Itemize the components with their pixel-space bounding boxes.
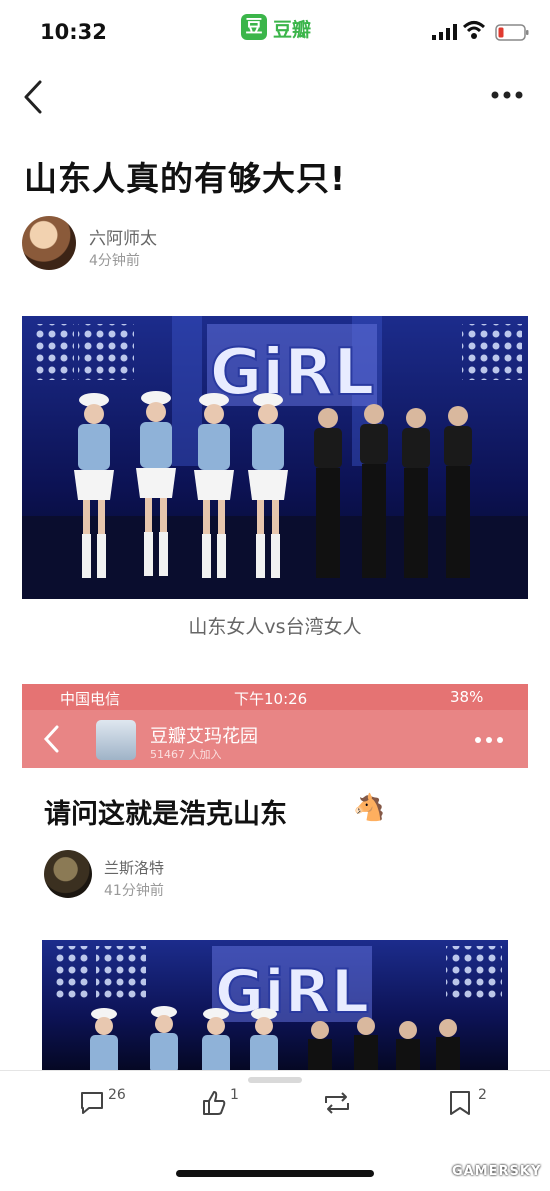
embedded-post-image: GiRL (42, 940, 508, 1070)
image-caption: 山东女人vs台湾女人 (188, 616, 362, 638)
embedded-post-title: 请问这就是浩克山东 (44, 799, 287, 830)
like-icon (203, 1091, 226, 1115)
battery-icon (495, 24, 529, 41)
comment-icon (81, 1092, 103, 1114)
douban-logo-icon: 豆 (241, 14, 267, 40)
embedded-group-avatar (96, 720, 136, 760)
embedded-author-avatar (44, 850, 92, 898)
embedded-battery: 38% (450, 688, 484, 706)
embedded-status-bar: 中国电信 下午10:26 38% (22, 684, 528, 710)
stage-photo: GiRL (22, 316, 528, 599)
embedded-post-time: 41分钟前 (104, 883, 164, 899)
like-count: 1 (230, 1087, 239, 1103)
embedded-back-icon (43, 725, 59, 753)
post-time: 4分钟前 (89, 253, 140, 269)
embedded-author-name: 兰斯洛特 (104, 859, 165, 877)
post-title: 山东人真的有够大只! (24, 159, 347, 198)
embedded-group-header: 豆瓣艾玛花园 51467 人加入 (22, 710, 528, 768)
wifi-icon (462, 21, 486, 39)
scroll-handle[interactable] (248, 1077, 302, 1083)
watermark: GAMERSKY (452, 1164, 542, 1179)
embedded-time: 下午10:26 (234, 690, 308, 708)
signal-icon (432, 24, 457, 40)
embedded-carrier: 中国电信 (60, 690, 121, 708)
more-icon[interactable] (490, 88, 524, 102)
author-name[interactable]: 六阿师太 (89, 224, 157, 249)
embedded-group-name: 豆瓣艾玛花园 (150, 726, 258, 747)
stage-sign-2: GiRL (215, 957, 369, 1027)
comment-count: 26 (108, 1087, 126, 1103)
status-time: 10:32 (40, 20, 107, 44)
home-indicator (176, 1170, 374, 1177)
horse-emoji: 🐴 (353, 793, 386, 823)
post-image[interactable]: GiRL (22, 316, 528, 599)
author-avatar[interactable] (22, 216, 76, 270)
app-name: 豆瓣 (273, 19, 312, 41)
repost-icon (325, 1092, 349, 1114)
embedded-group-members: 51467 人加入 (150, 748, 222, 761)
stage-sign: GiRL (210, 336, 375, 410)
back-icon[interactable] (20, 78, 46, 116)
stage-photo-cropped: GiRL (42, 940, 508, 1070)
embedded-more-icon (475, 737, 503, 743)
bookmark-icon (450, 1091, 470, 1115)
bookmark-count: 2 (478, 1087, 487, 1103)
